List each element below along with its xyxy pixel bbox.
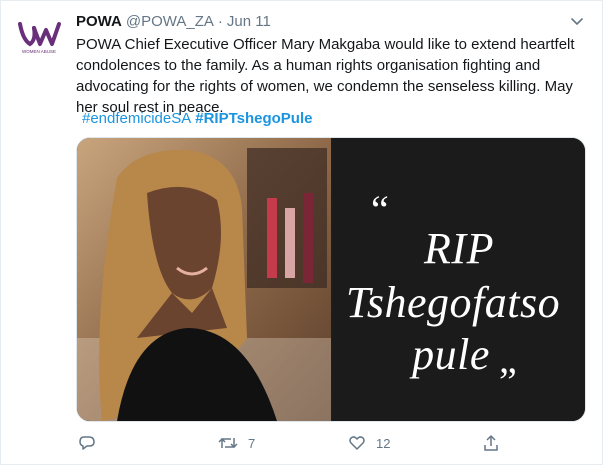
separator: · xyxy=(217,12,223,30)
media-grid: “ RIP Tshegofatso pule ” xyxy=(76,137,586,422)
chevron-down-icon[interactable] xyxy=(568,12,586,30)
action-bar: 7 12 xyxy=(76,432,506,454)
powa-logo-icon: WOMEN ABUSE xyxy=(14,10,64,60)
share-button[interactable] xyxy=(482,432,500,454)
tweet-text: POWA Chief Executive Officer Mary Makgab… xyxy=(76,36,575,116)
rip-card-image[interactable]: “ RIP Tshegofatso pule ” xyxy=(333,138,585,421)
like-button[interactable]: 12 xyxy=(348,432,390,454)
retweet-button[interactable]: 7 xyxy=(218,432,255,454)
rip-line-2: Tshegofatso xyxy=(345,278,561,327)
rip-line-3: pule xyxy=(412,330,490,379)
like-icon xyxy=(348,434,366,452)
reply-button[interactable] xyxy=(78,432,106,454)
tweet-header: POWA @POWA_ZA · Jun 11 xyxy=(76,11,271,31)
retweet-count: 7 xyxy=(248,435,256,451)
avatar-caption: WOMEN ABUSE xyxy=(22,49,56,54)
reply-icon xyxy=(78,434,96,452)
portrait-photo[interactable] xyxy=(77,138,331,421)
like-count: 12 xyxy=(376,435,391,451)
share-icon xyxy=(482,434,500,452)
close-quote: ” xyxy=(499,359,517,404)
tweet-date[interactable]: Jun 11 xyxy=(227,13,271,30)
hashtag-riptshegopule[interactable]: #RIPTshegoPule xyxy=(195,110,312,127)
user-handle[interactable]: @POWA_ZA xyxy=(126,13,214,30)
rip-line-1: RIP xyxy=(424,224,494,273)
retweet-icon xyxy=(218,434,238,452)
display-name[interactable]: POWA xyxy=(76,13,122,30)
hashtag-row: #endfemicideSA #RIPTshegoPule xyxy=(82,109,312,129)
avatar[interactable]: WOMEN ABUSE xyxy=(14,10,64,60)
hashtag-endfemicidesa[interactable]: #endfemicideSA xyxy=(82,110,191,127)
